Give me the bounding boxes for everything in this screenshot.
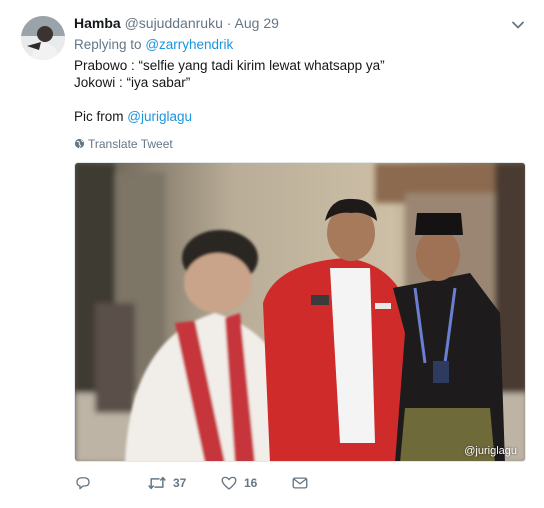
avatar[interactable] <box>21 16 65 60</box>
pic-from-prefix: Pic from <box>74 109 124 124</box>
reply-mention-link[interactable]: @zarryhendrik <box>145 37 233 52</box>
translate-tweet-link[interactable]: Translate Tweet <box>74 136 173 152</box>
tweet-photo[interactable]: @juriglagu <box>74 162 526 462</box>
tweet-actions: 37 16 <box>74 474 374 494</box>
tweet-line: Jokowi : “iya sabar” <box>74 75 191 90</box>
direct-message-button[interactable] <box>291 474 309 492</box>
tweet-line: Prabowo : “selfie yang tadi kirim lewat … <box>74 58 385 73</box>
retweet-button[interactable]: 37 <box>147 474 186 492</box>
retweet-icon <box>148 476 166 490</box>
reply-button[interactable] <box>74 474 98 492</box>
pic-from-mention-link[interactable]: @juriglagu <box>127 109 192 124</box>
pic-credit-line: Pic from @juriglagu <box>74 108 385 125</box>
like-button[interactable]: 16 <box>220 474 257 492</box>
tweet-card[interactable]: Hamba @sujuddanruku · Aug 29 Replying to… <box>0 0 544 508</box>
retweet-count: 37 <box>173 476 187 490</box>
like-count: 16 <box>244 476 258 490</box>
translate-label: Translate Tweet <box>88 137 173 151</box>
chevron-down-icon[interactable] <box>510 17 526 33</box>
photo-illustration <box>75 163 525 461</box>
tweet-header: Hamba @sujuddanruku · Aug 29 <box>74 14 279 32</box>
replying-prefix: Replying to <box>74 37 142 52</box>
replying-to: Replying to @zarryhendrik <box>74 36 233 54</box>
tweet-date[interactable]: Aug 29 <box>235 15 279 31</box>
photo-watermark: @juriglagu <box>464 445 517 457</box>
heart-icon <box>221 476 237 490</box>
reply-icon <box>76 477 90 490</box>
globe-icon <box>74 137 85 149</box>
tweet-text: Prabowo : “selfie yang tadi kirim lewat … <box>74 57 385 125</box>
user-handle[interactable]: @sujuddanruku <box>125 15 223 31</box>
separator: · <box>226 15 232 31</box>
envelope-icon <box>292 477 308 489</box>
display-name[interactable]: Hamba <box>74 15 121 31</box>
